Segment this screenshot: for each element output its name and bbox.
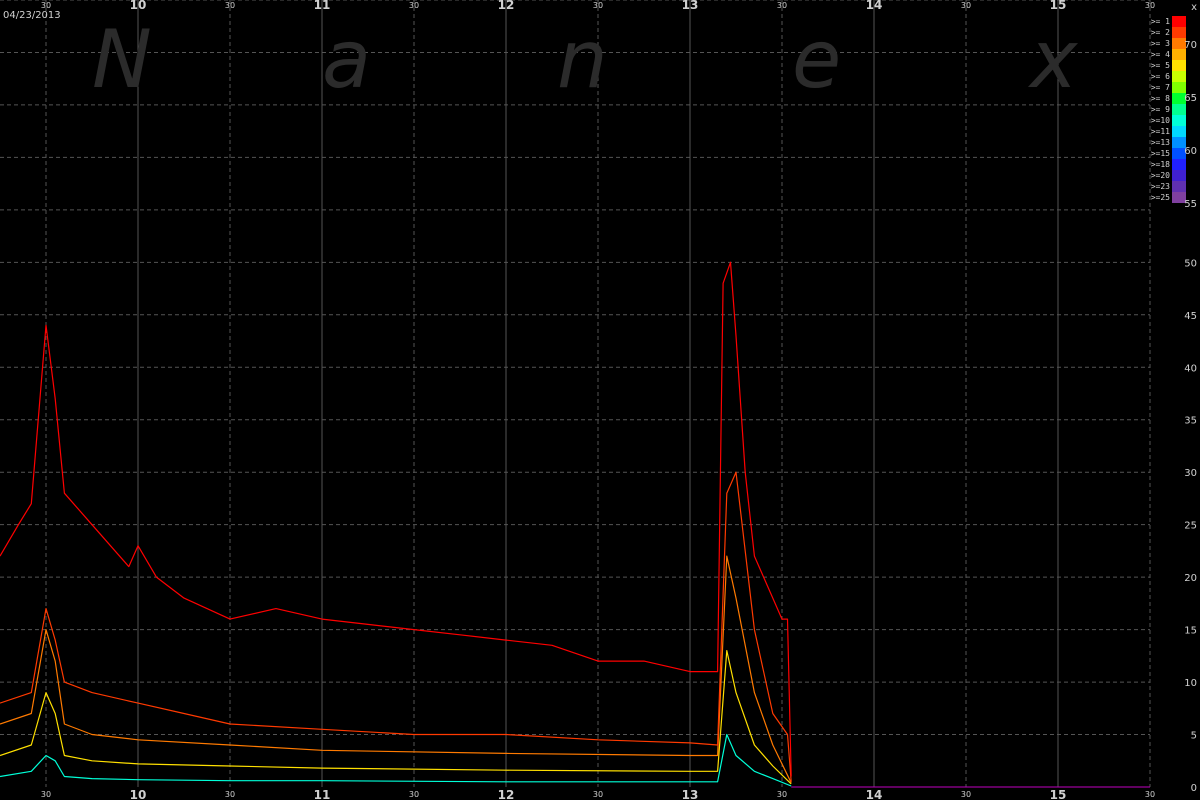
y-tick-label: 25 bbox=[1184, 521, 1197, 532]
x-tick-label-hour: 13 bbox=[682, 788, 699, 800]
legend-label: >=18 bbox=[1151, 160, 1170, 169]
x-tick-label-half-hour: 30 bbox=[225, 1, 235, 10]
x-tick-label-half-hour: 30 bbox=[961, 1, 971, 10]
x-tick-label-half-hour: 30 bbox=[593, 1, 603, 10]
legend-scale-tick: 60 bbox=[1184, 146, 1197, 157]
legend-scale-tick: 70 bbox=[1184, 40, 1197, 51]
chart-grid bbox=[0, 0, 1151, 787]
x-tick-label-hour: 11 bbox=[314, 0, 331, 12]
legend-swatch bbox=[1172, 82, 1186, 93]
legend-label: >= 1 bbox=[1151, 17, 1170, 26]
legend-label: >=10 bbox=[1151, 116, 1170, 125]
series-line bbox=[0, 649, 792, 785]
chart-date: 04/23/2013 bbox=[3, 10, 61, 21]
legend-label: >= 2 bbox=[1151, 28, 1170, 37]
x-tick-label-half-hour: 30 bbox=[41, 1, 51, 10]
legend-swatch bbox=[1172, 104, 1186, 115]
legend-swatch bbox=[1172, 181, 1186, 192]
x-tick-label-half-hour: 30 bbox=[225, 790, 235, 799]
legend-label: >=11 bbox=[1151, 127, 1170, 136]
watermark-letter: e bbox=[792, 13, 842, 106]
watermark-letter: a bbox=[322, 13, 372, 106]
legend-label: >=23 bbox=[1151, 182, 1170, 191]
legend: >= 1 >= 2 >= 3 >= 4 >= 5 >= 6 >= 7 >= 8 >= 9 >=10… bbox=[1151, 16, 1197, 210]
x-tick-label-hour: 13 bbox=[682, 0, 699, 12]
x-tick-label-hour: 10 bbox=[130, 0, 147, 12]
legend-label: >= 7 bbox=[1151, 83, 1170, 92]
x-tick-label-half-hour: 30 bbox=[593, 790, 603, 799]
x-tick-label-half-hour: 30 bbox=[1145, 790, 1155, 799]
y-axis-label: x bbox=[1191, 2, 1197, 13]
legend-label: >=15 bbox=[1151, 149, 1170, 158]
legend-swatch bbox=[1172, 27, 1186, 38]
y-tick-label: 5 bbox=[1191, 731, 1197, 742]
legend-label: >= 8 bbox=[1151, 94, 1170, 103]
x-tick-label-half-hour: 30 bbox=[777, 790, 787, 799]
x-tick-label-half-hour: 30 bbox=[777, 1, 787, 10]
x-tick-label-hour: 14 bbox=[866, 788, 883, 800]
watermark-letter: x bbox=[1030, 13, 1078, 106]
x-tick-label-hour: 12 bbox=[498, 0, 515, 12]
legend-scale-tick: 55 bbox=[1184, 199, 1197, 210]
x-tick-label-hour: 14 bbox=[866, 0, 883, 12]
watermark-letter: N bbox=[92, 13, 152, 106]
y-tick-label: 40 bbox=[1184, 363, 1197, 374]
y-tick-label: 30 bbox=[1184, 468, 1197, 479]
legend-swatch bbox=[1172, 115, 1186, 126]
legend-label: >=20 bbox=[1151, 171, 1170, 180]
y-tick-label: 50 bbox=[1184, 258, 1197, 269]
legend-label: >= 5 bbox=[1151, 61, 1170, 70]
x-tick-label-half-hour: 30 bbox=[409, 790, 419, 799]
legend-label: >= 3 bbox=[1151, 39, 1170, 48]
x-tick-label-half-hour: 30 bbox=[41, 790, 51, 799]
legend-label: >= 6 bbox=[1151, 72, 1170, 81]
legend-swatch bbox=[1172, 170, 1186, 181]
legend-scale-tick: 65 bbox=[1184, 93, 1197, 104]
legend-swatch bbox=[1172, 71, 1186, 82]
legend-label: >=25 bbox=[1151, 193, 1170, 202]
x-tick-label-hour: 11 bbox=[314, 788, 331, 800]
x-tick-label-hour: 15 bbox=[1050, 788, 1067, 800]
legend-swatch bbox=[1172, 16, 1186, 27]
legend-swatch bbox=[1172, 159, 1186, 170]
legend-label: >= 4 bbox=[1151, 50, 1170, 59]
x-tick-label-hour: 12 bbox=[498, 788, 515, 800]
x-tick-label-hour: 10 bbox=[130, 788, 147, 800]
legend-label: >= 9 bbox=[1151, 105, 1170, 114]
y-tick-label: 35 bbox=[1184, 416, 1197, 427]
x-tick-label-half-hour: 30 bbox=[1145, 1, 1155, 10]
series-line bbox=[0, 261, 792, 777]
watermark-letter: n bbox=[557, 13, 608, 106]
y-tick-label: 45 bbox=[1184, 311, 1197, 322]
x-tick-label-half-hour: 30 bbox=[409, 1, 419, 10]
x-tick-label-half-hour: 30 bbox=[961, 790, 971, 799]
y-tick-label: 15 bbox=[1184, 626, 1197, 637]
y-tick-label: 20 bbox=[1184, 573, 1197, 584]
legend-label: >=13 bbox=[1151, 138, 1170, 147]
legend-swatch bbox=[1172, 60, 1186, 71]
x-tick-label-hour: 15 bbox=[1050, 0, 1067, 12]
y-axis-ticks: 0 5 10 15 20 25 30 35 40 45 50 x bbox=[1184, 2, 1197, 794]
legend-swatch bbox=[1172, 126, 1186, 137]
series-line bbox=[0, 555, 792, 784]
y-tick-label: 10 bbox=[1184, 678, 1197, 689]
chart-canvas: 10 10 11 11 12 12 13 13 14 14 15 15 30 30 30 30 30 30 30 30… bbox=[0, 0, 1197, 800]
y-tick-label: 0 bbox=[1191, 783, 1197, 794]
